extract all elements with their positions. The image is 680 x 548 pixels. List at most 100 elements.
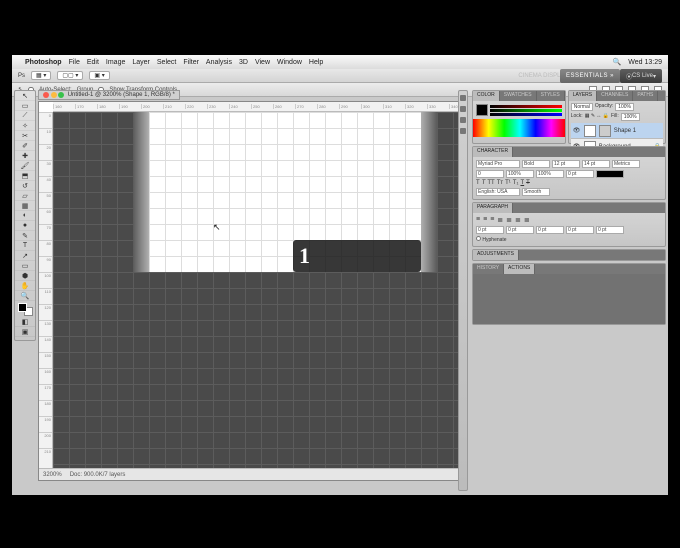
lasso-tool[interactable]: ⟋ xyxy=(15,111,35,121)
vector-mask-thumb[interactable] xyxy=(599,125,611,137)
healing-tool[interactable]: ✚ xyxy=(15,151,35,161)
color-ramp[interactable] xyxy=(473,119,565,137)
rail-icon[interactable] xyxy=(460,95,466,101)
zoom-level-dropdown[interactable]: ▦ ▾ xyxy=(31,71,51,80)
allcaps-button[interactable]: TT xyxy=(487,180,494,186)
tab-layers[interactable]: LAYERS xyxy=(569,91,597,101)
rail-icon[interactable] xyxy=(460,106,466,112)
indent-right-field[interactable]: 0 pt xyxy=(506,226,534,234)
tab-swatches[interactable]: SWATCHES xyxy=(500,91,537,101)
status-zoom[interactable]: 3200% xyxy=(43,472,62,478)
stamp-tool[interactable]: ⬒ xyxy=(15,171,35,181)
menu-select[interactable]: Select xyxy=(157,59,176,66)
eraser-tool[interactable]: ▱ xyxy=(15,191,35,201)
search-icon[interactable]: 🔍 xyxy=(613,58,622,66)
subscript-button[interactable]: T₁ xyxy=(513,180,519,186)
dodge-tool[interactable]: ● xyxy=(15,221,35,231)
3d-tool[interactable]: ⬢ xyxy=(15,271,35,281)
color-swatches[interactable] xyxy=(15,301,35,317)
justify-all-button[interactable]: ≣ xyxy=(524,216,530,224)
menu-3d[interactable]: 3D xyxy=(239,59,248,66)
blur-tool[interactable]: ◐ xyxy=(15,211,35,221)
visibility-icon[interactable]: 👁 xyxy=(573,127,581,134)
tab-history[interactable]: HISTORY xyxy=(473,264,504,274)
justify-left-button[interactable]: ≣ xyxy=(497,216,503,224)
foreground-color-swatch[interactable] xyxy=(18,303,27,312)
indent-first-field[interactable]: 0 pt xyxy=(536,226,564,234)
space-after-field[interactable]: 0 pt xyxy=(596,226,624,234)
r-slider[interactable] xyxy=(490,105,562,108)
justify-right-button[interactable]: ≣ xyxy=(515,216,521,224)
font-style-dropdown[interactable]: Bold xyxy=(522,160,550,168)
app-name[interactable]: Photoshop xyxy=(25,59,62,66)
g-slider[interactable] xyxy=(490,109,562,112)
font-size-field[interactable]: 12 pt xyxy=(552,160,580,168)
workspace-switcher[interactable]: ESSENTIALS » xyxy=(560,69,620,83)
arrange-docs-dropdown[interactable]: ▢▢ ▾ xyxy=(57,71,83,80)
tab-styles[interactable]: STYLES xyxy=(537,91,565,101)
b-slider[interactable] xyxy=(490,113,562,116)
align-center-button[interactable]: ≡ xyxy=(483,216,487,224)
cs-live-button[interactable]: ⦿ CS Live ▾ xyxy=(620,69,662,83)
underline-button[interactable]: T xyxy=(520,180,524,186)
layer-thumb[interactable] xyxy=(584,125,596,137)
layer-name[interactable]: Shape 1 xyxy=(614,128,636,134)
fg-color-icon[interactable] xyxy=(476,104,488,116)
strike-button[interactable]: T xyxy=(526,180,530,186)
screenmode-toggle[interactable]: ▣ xyxy=(15,327,35,337)
fill-field[interactable]: 100% xyxy=(621,113,640,121)
menu-image[interactable]: Image xyxy=(106,59,125,66)
superscript-button[interactable]: T¹ xyxy=(505,180,511,186)
screen-mode-dropdown[interactable]: ▣ ▾ xyxy=(89,71,109,80)
tracking-field[interactable]: 0 xyxy=(476,170,504,178)
status-doc-info[interactable]: Doc: 900.0K/7 layers xyxy=(70,472,126,478)
menu-view[interactable]: View xyxy=(255,59,270,66)
rail-icon[interactable] xyxy=(460,128,466,134)
vertical-ruler[interactable]: 0102030405060708090100110120130140150160… xyxy=(39,112,53,468)
crop-tool[interactable]: ✂ xyxy=(15,131,35,141)
baseline-field[interactable]: 0 pt xyxy=(566,170,594,178)
quickmask-toggle[interactable]: ◧ xyxy=(15,317,35,327)
align-right-button[interactable]: ≡ xyxy=(490,216,494,224)
indent-left-field[interactable]: 0 pt xyxy=(476,226,504,234)
smallcaps-button[interactable]: Tᴛ xyxy=(497,180,503,186)
opacity-field[interactable]: 100% xyxy=(615,103,634,111)
menu-filter[interactable]: Filter xyxy=(183,59,199,66)
tab-paths[interactable]: PATHS xyxy=(633,91,658,101)
layer-row[interactable]: 👁 Shape 1 xyxy=(571,123,663,139)
language-dropdown[interactable]: English: USA xyxy=(476,188,520,196)
type-tool[interactable]: T xyxy=(15,241,35,251)
text-color-swatch[interactable] xyxy=(596,170,624,178)
hand-tool[interactable]: ✋ xyxy=(15,281,35,291)
zoom-tool[interactable]: 🔍 xyxy=(15,291,35,301)
rail-icon[interactable] xyxy=(460,117,466,123)
menu-file[interactable]: File xyxy=(69,59,80,66)
eyedropper-tool[interactable]: ✐ xyxy=(15,141,35,151)
wand-tool[interactable]: ✧ xyxy=(15,121,35,131)
brush-tool[interactable]: 🖌 xyxy=(15,161,35,171)
marquee-tool[interactable]: ▭ xyxy=(15,101,35,111)
leading-field[interactable]: 14 pt xyxy=(582,160,610,168)
font-family-dropdown[interactable]: Myriad Pro xyxy=(476,160,520,168)
tab-character[interactable]: CHARACTER xyxy=(473,147,513,157)
faux-italic-button[interactable]: T xyxy=(482,180,486,186)
horizontal-ruler[interactable]: 1601701801902002102202302402502602702802… xyxy=(53,102,467,112)
move-tool[interactable]: ↖ xyxy=(15,91,35,101)
document-tab[interactable]: Untitled-1 @ 3200% (Shape 1, RGB/8) * xyxy=(38,90,180,100)
path-tool[interactable]: ↗ xyxy=(15,251,35,261)
pen-tool[interactable]: ✎ xyxy=(15,231,35,241)
menu-analysis[interactable]: Analysis xyxy=(206,59,232,66)
tab-color[interactable]: COLOR xyxy=(473,91,500,101)
tab-adjustments[interactable]: ADJUSTMENTS xyxy=(473,250,519,260)
justify-center-button[interactable]: ≣ xyxy=(506,216,512,224)
tab-paragraph[interactable]: PARAGRAPH xyxy=(473,203,513,213)
hscale-field[interactable]: 100% xyxy=(536,170,564,178)
gradient-tool[interactable]: ▦ xyxy=(15,201,35,211)
history-brush-tool[interactable]: ↺ xyxy=(15,181,35,191)
kerning-field[interactable]: Metrics xyxy=(612,160,640,168)
shape-tool[interactable]: ▭ xyxy=(15,261,35,271)
canvas[interactable]: ↖ 1 xyxy=(53,112,467,468)
blend-mode-dropdown[interactable]: Normal xyxy=(571,103,593,111)
menu-window[interactable]: Window xyxy=(277,59,302,66)
menu-edit[interactable]: Edit xyxy=(87,59,99,66)
